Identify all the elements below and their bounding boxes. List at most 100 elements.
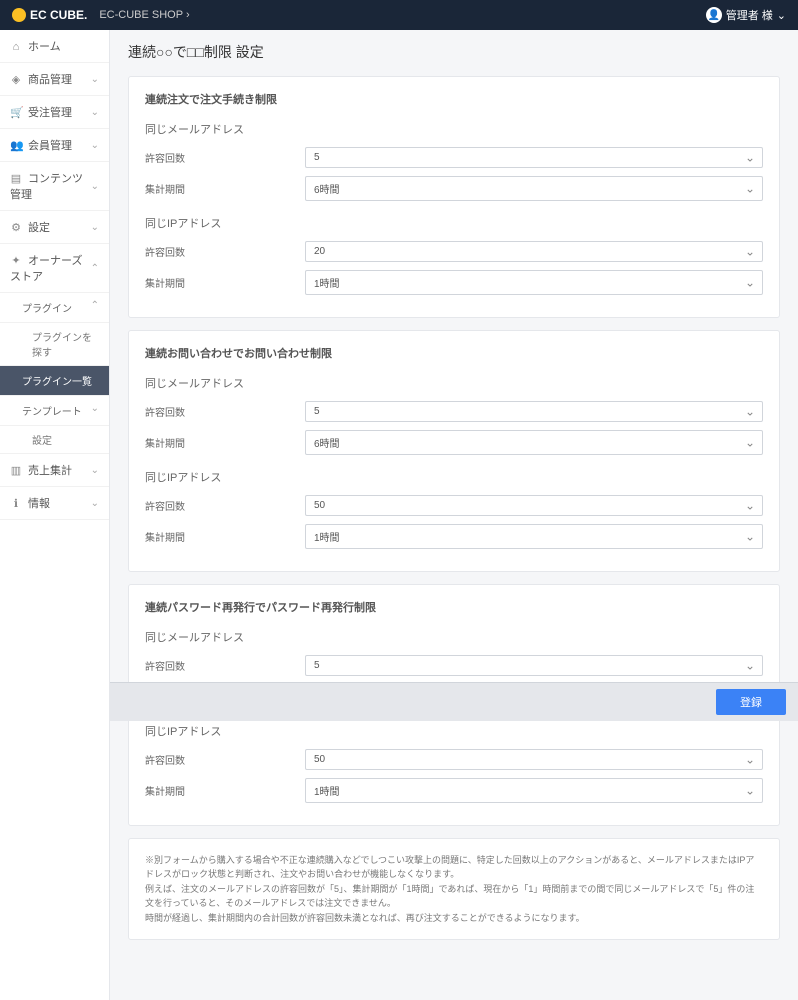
form-label: 許容回数	[145, 404, 295, 419]
select-field[interactable]: 1時間	[305, 778, 763, 803]
sub-section-heading: 同じIPアドレス	[145, 723, 763, 739]
settings-card: 連続お問い合わせでお問い合わせ制限同じメールアドレス許容回数5集計期間6時間同じ…	[128, 330, 780, 572]
info-icon: ℹ	[10, 497, 22, 510]
form-label: 許容回数	[145, 244, 295, 259]
file-icon: ▤	[10, 172, 22, 185]
logo-text: EC CUBE.	[30, 8, 87, 22]
sub-section-heading: 同じメールアドレス	[145, 629, 763, 645]
header-left: EC CUBE. EC-CUBE SHOP ›	[12, 8, 190, 22]
sidebar-item-owners-store[interactable]: ✦オーナーズストア ⌃	[0, 244, 109, 293]
select-wrap: 50	[305, 749, 763, 770]
select-field[interactable]: 50	[305, 749, 763, 770]
sidebar-item-setting-sub[interactable]: 設定	[0, 426, 109, 454]
select-wrap: 1時間	[305, 778, 763, 803]
sidebar-item-member[interactable]: 👥会員管理 ⌄	[0, 129, 109, 162]
select-wrap: 6時間	[305, 430, 763, 455]
chevron-down-icon: ⌄	[91, 222, 99, 233]
cart-icon: 🛒	[10, 106, 22, 119]
sub-section-heading: 同じメールアドレス	[145, 375, 763, 391]
form-row: 許容回数 20	[145, 241, 763, 262]
select-wrap: 1時間	[305, 270, 763, 295]
sidebar-item-setting[interactable]: ⚙設定 ⌄	[0, 211, 109, 244]
form-label: 許容回数	[145, 498, 295, 513]
users-icon: 👥	[10, 139, 22, 152]
chevron-up-icon: ⌃	[91, 263, 99, 274]
form-row: 許容回数 50	[145, 495, 763, 516]
select-field[interactable]: 5	[305, 655, 763, 676]
select-wrap: 5	[305, 655, 763, 676]
form-label: 許容回数	[145, 658, 295, 673]
select-field[interactable]: 6時間	[305, 176, 763, 201]
sub-section-heading: 同じIPアドレス	[145, 469, 763, 485]
chevron-down-icon: ⌄	[91, 140, 99, 151]
note-line-3: 時間が経過し、集計期間内の合計回数が許容回数未満となれば、再び注文することができ…	[145, 911, 763, 925]
sidebar-item-plugin[interactable]: プラグイン ⌃	[0, 293, 109, 323]
chevron-down-icon: ⌄	[91, 465, 99, 476]
form-label: 集計期間	[145, 783, 295, 798]
sub-section-heading: 同じIPアドレス	[145, 215, 763, 231]
form-row: 集計期間6時間	[145, 430, 763, 455]
form-row: 許容回数 5	[145, 401, 763, 422]
chevron-down-icon: ⌄	[91, 403, 99, 418]
chevron-down-icon: ⌄	[91, 181, 99, 192]
sub-section-heading: 同じメールアドレス	[145, 121, 763, 137]
select-wrap: 1時間	[305, 524, 763, 549]
form-label: 集計期間	[145, 181, 295, 196]
sidebar-item-product[interactable]: ◈商品管理 ⌄	[0, 63, 109, 96]
form-label: 集計期間	[145, 529, 295, 544]
form-label: 許容回数	[145, 150, 295, 165]
footer-bar: 登録	[110, 682, 798, 721]
select-wrap: 50	[305, 495, 763, 516]
logo: EC CUBE.	[12, 8, 87, 22]
select-wrap: 5	[305, 401, 763, 422]
sidebar-item-order[interactable]: 🛒受注管理 ⌄	[0, 96, 109, 129]
gear-icon: ⚙	[10, 221, 22, 234]
section-title: 連続注文で注文手続き制限	[145, 91, 763, 107]
sidebar-item-content[interactable]: ▤コンテンツ管理 ⌄	[0, 162, 109, 211]
form-row: 許容回数 5	[145, 147, 763, 168]
notes-card: ※別フォームから購入する場合や不正な連続購入などでしつこい攻撃上の問題に、特定し…	[128, 838, 780, 940]
note-line-1: ※別フォームから購入する場合や不正な連続購入などでしつこい攻撃上の問題に、特定し…	[145, 853, 763, 882]
sidebar: ⌂ホーム ◈商品管理 ⌄ 🛒受注管理 ⌄ 👥会員管理 ⌄ ▤コンテンツ管理 ⌄ …	[0, 30, 110, 1000]
form-label: 許容回数	[145, 752, 295, 767]
sidebar-item-home[interactable]: ⌂ホーム	[0, 30, 109, 63]
select-wrap: 5	[305, 147, 763, 168]
select-field[interactable]: 20	[305, 241, 763, 262]
settings-card: 連続注文で注文手続き制限同じメールアドレス許容回数 5 集計期間 6時間同じIPアドレ…	[128, 76, 780, 318]
form-row: 許容回数 5	[145, 655, 763, 676]
note-line-2: 例えば、注文のメールアドレスの許容回数が「5」、集計期間が「1時間」であれば、現…	[145, 882, 763, 911]
chart-icon: ▥	[10, 464, 22, 477]
select-wrap: 6時間	[305, 176, 763, 201]
section-title: 連続パスワード再発行でパスワード再発行制限	[145, 599, 763, 615]
form-row: 集計期間 1時間	[145, 270, 763, 295]
chevron-down-icon: ⌄	[91, 498, 99, 509]
top-header: EC CUBE. EC-CUBE SHOP › 👤 管理者 様 ⌄	[0, 0, 798, 30]
sidebar-item-info[interactable]: ℹ情報 ⌄	[0, 487, 109, 520]
user-label: 管理者 様	[726, 7, 773, 23]
chevron-down-icon: ⌄	[777, 9, 786, 22]
sidebar-item-plugin-list[interactable]: プラグイン一覧	[0, 366, 109, 396]
select-field[interactable]: 6時間	[305, 430, 763, 455]
select-wrap: 20	[305, 241, 763, 262]
avatar-icon: 👤	[706, 7, 722, 23]
logo-icon	[12, 8, 26, 22]
chevron-right-icon: ›	[186, 9, 190, 21]
form-row: 許容回数 50	[145, 749, 763, 770]
form-label: 集計期間	[145, 275, 295, 290]
section-title: 連続お問い合わせでお問い合わせ制限	[145, 345, 763, 361]
user-menu[interactable]: 👤 管理者 様 ⌄	[706, 7, 786, 23]
tag-icon: ◈	[10, 73, 22, 86]
save-button[interactable]: 登録	[716, 689, 786, 715]
select-field[interactable]: 1時間	[305, 524, 763, 549]
sidebar-item-sales[interactable]: ▥売上集計 ⌄	[0, 454, 109, 487]
shop-name-link[interactable]: EC-CUBE SHOP ›	[99, 9, 189, 21]
select-field[interactable]: 1時間	[305, 270, 763, 295]
form-row: 集計期間 6時間	[145, 176, 763, 201]
sidebar-item-template[interactable]: テンプレート ⌄	[0, 396, 109, 426]
home-icon: ⌂	[10, 41, 22, 53]
main-content: 連続○○で□□制限 設定 連続注文で注文手続き制限同じメールアドレス許容回数5集…	[110, 30, 798, 1000]
select-field[interactable]: 5	[305, 147, 763, 168]
select-field[interactable]: 50	[305, 495, 763, 516]
sidebar-item-plugin-search[interactable]: プラグインを探す	[0, 323, 109, 366]
select-field[interactable]: 5	[305, 401, 763, 422]
